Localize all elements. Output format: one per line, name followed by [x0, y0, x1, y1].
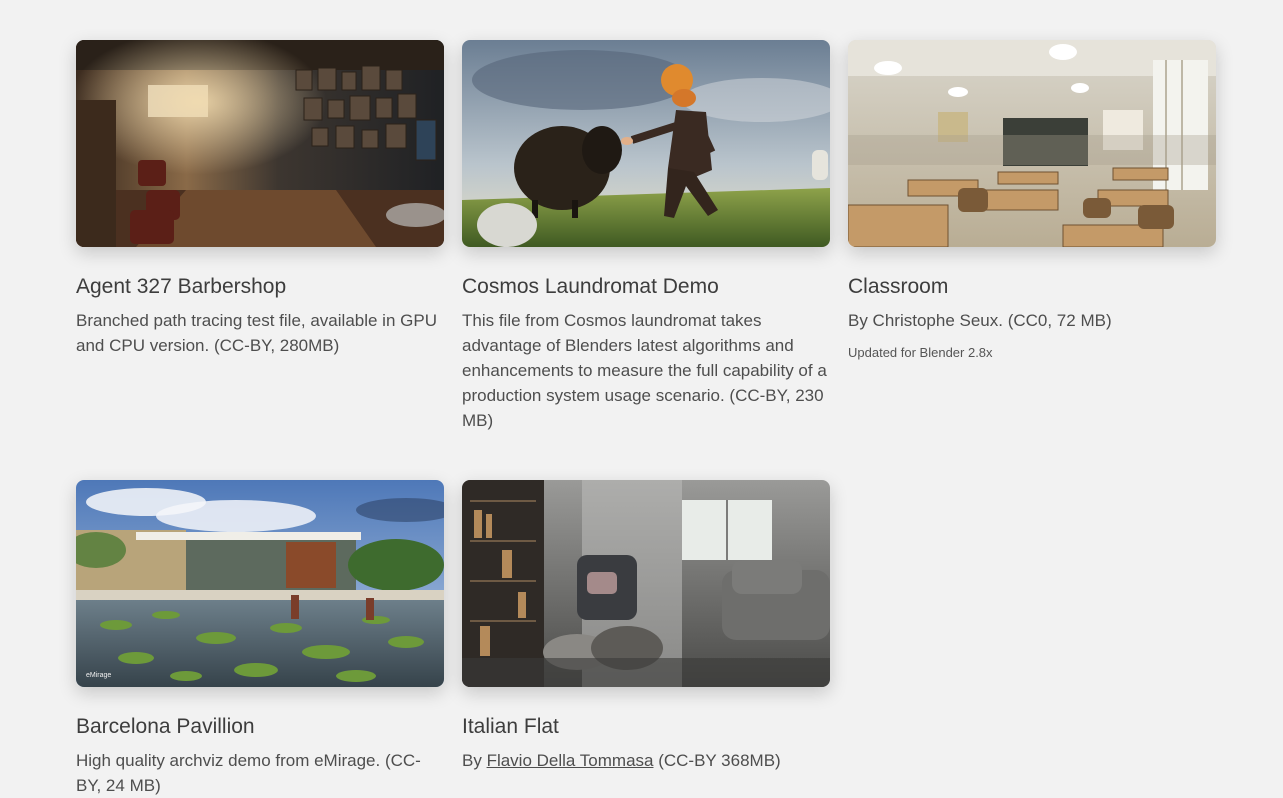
card-title[interactable]: Italian Flat: [462, 714, 830, 740]
italian-flat-thumbnail[interactable]: [462, 480, 830, 687]
cosmos-thumbnail[interactable]: [462, 40, 830, 247]
card-description: By Flavio Della Tommasa (CC-BY 368MB): [462, 748, 830, 773]
cosmos-image: [462, 40, 830, 247]
card-title[interactable]: Cosmos Laundromat Demo: [462, 274, 830, 300]
card-description: Branched path tracing test file, availab…: [76, 311, 437, 355]
barcelona-image: [76, 480, 444, 687]
card-description: This file from Cosmos laundromat takes a…: [462, 311, 827, 430]
author-link[interactable]: Flavio Della Tommasa: [487, 751, 654, 770]
card-description: High quality archviz demo from eMirage. …: [76, 751, 421, 795]
demo-card-cosmos-laundromat: Cosmos Laundromat Demo This file from Co…: [462, 40, 830, 433]
classroom-thumbnail[interactable]: [848, 40, 1216, 247]
demo-files-grid: Agent 327 Barbershop Branched path traci…: [0, 0, 1283, 795]
card-note: Updated for Blender 2.8x: [848, 345, 993, 360]
demo-card-classroom: Classroom By Christophe Seux. (CC0, 72 M…: [848, 40, 1216, 362]
card-title[interactable]: Agent 327 Barbershop: [76, 274, 444, 300]
barbershop-thumbnail[interactable]: [76, 40, 444, 247]
description-suffix: (CC-BY 368MB): [653, 751, 781, 770]
barbershop-image: [76, 40, 444, 247]
barcelona-thumbnail[interactable]: eMirage: [76, 480, 444, 687]
classroom-image: [848, 40, 1216, 247]
card-title[interactable]: Classroom: [848, 274, 1216, 300]
image-caption: eMirage: [86, 672, 112, 679]
demo-card-italian-flat: Italian Flat By Flavio Della Tommasa (CC…: [462, 480, 830, 773]
card-description: By Christophe Seux. (CC0, 72 MB): [848, 311, 1112, 330]
card-title[interactable]: Barcelona Pavillion: [76, 714, 444, 740]
italian-flat-image: [462, 480, 830, 687]
demo-card-barbershop: Agent 327 Barbershop Branched path traci…: [76, 40, 444, 358]
demo-card-barcelona-pavillion: eMirage Barcelona Pavillion High quality…: [76, 480, 444, 798]
description-prefix: By: [462, 751, 487, 770]
